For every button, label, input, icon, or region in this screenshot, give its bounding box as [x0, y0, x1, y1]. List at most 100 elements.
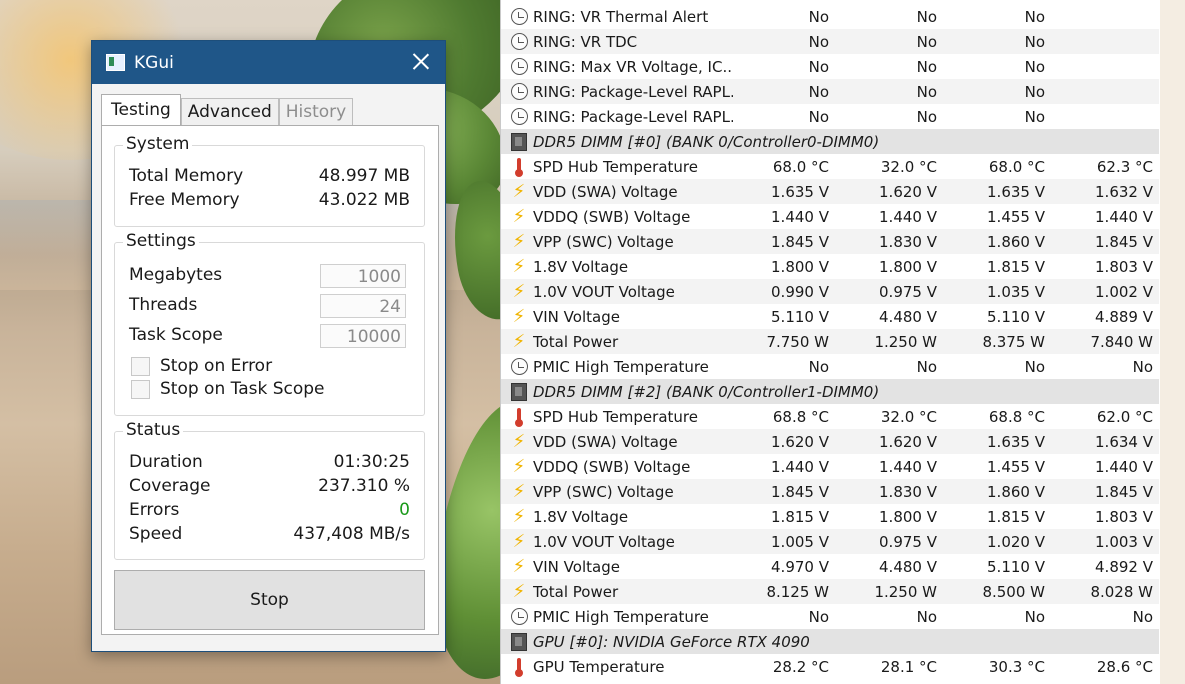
total-memory-label: Total Memory	[129, 166, 244, 186]
lightning-bolt-icon: ⚡	[512, 180, 526, 202]
checkbox-box[interactable]	[131, 356, 150, 376]
sensor-row[interactable]: ⚡ Total Power 7.750 W 1.250 W 8.375 W 7.840 W	[501, 329, 1159, 354]
free-memory-label: Free Memory	[129, 190, 240, 210]
sensor-current: No	[808, 357, 829, 376]
thermometer-icon	[515, 407, 523, 427]
lightning-bolt-icon: ⚡	[508, 456, 530, 478]
threads-input[interactable]: 24	[320, 294, 406, 318]
sensor-row[interactable]: PMIC High Temperature No No No No	[501, 604, 1159, 629]
clock-icon	[508, 56, 530, 78]
sensor-maximum: 8.500 W	[982, 582, 1045, 601]
sensor-row[interactable]: ⚡ VIN Voltage 4.970 V 4.480 V 5.110 V 4.892 V	[501, 554, 1159, 579]
sensor-row[interactable]: RING: Max VR Voltage, IC... No No No	[501, 54, 1159, 79]
sensor-minimum: 1.440 V	[879, 457, 937, 476]
sensor-row[interactable]: GPU Temperature 28.2 °C 28.1 °C 30.3 °C 28.6…	[501, 654, 1159, 679]
lightning-bolt-icon: ⚡	[512, 580, 526, 602]
errors-label: Errors	[129, 500, 180, 520]
sensor-row[interactable]: ⚡ VIN Voltage 5.110 V 4.480 V 5.110 V 4.889 V	[501, 304, 1159, 329]
lightning-bolt-icon: ⚡	[508, 306, 530, 328]
sensor-current: 1.845 V	[771, 232, 829, 251]
sensor-current: 1.635 V	[771, 182, 829, 201]
sensor-current: 4.970 V	[771, 557, 829, 576]
clock-icon	[508, 31, 530, 53]
checkbox-box[interactable]	[131, 379, 150, 399]
stop-button[interactable]: Stop	[114, 570, 425, 630]
sensor-row[interactable]: ⚡ VDD (SWA) Voltage 1.635 V 1.620 V 1.635 V 1…	[501, 179, 1159, 204]
sensor-group-header[interactable]: DDR5 DIMM [#0] (BANK 0/Controller0-DIMM0…	[501, 129, 1159, 154]
sensor-name: PMIC High Temperature	[533, 357, 709, 376]
sensor-row[interactable]: ⚡ Total Power 8.125 W 1.250 W 8.500 W 8.028 W	[501, 579, 1159, 604]
stop-on-error-checkbox[interactable]: Stop on Error	[131, 356, 272, 376]
sensor-current: 8.125 W	[766, 582, 829, 601]
sensor-row[interactable]: ⚡ VPP (SWC) Voltage 1.845 V 1.830 V 1.860 V 1…	[501, 479, 1159, 504]
sensor-name: GPU Temperature	[533, 657, 665, 676]
clock-icon	[508, 106, 530, 128]
sensor-row[interactable]: SPD Hub Temperature 68.8 °C 32.0 °C 68.8 °C…	[501, 404, 1159, 429]
sensor-row[interactable]: ⚡ VDDQ (SWB) Voltage 1.440 V 1.440 V 1.455 V…	[501, 204, 1159, 229]
sensor-name: 1.0V VOUT Voltage	[533, 282, 675, 301]
sensor-average: No	[1132, 357, 1153, 376]
sensor-row[interactable]: RING: Package-Level RAPL... No No No	[501, 104, 1159, 129]
sensor-maximum: 68.0 °C	[988, 157, 1045, 176]
sensor-row[interactable]: ⚡ 1.0V VOUT Voltage 0.990 V 0.975 V 1.035 V 1…	[501, 279, 1159, 304]
clock-icon	[510, 8, 528, 25]
lightning-bolt-icon: ⚡	[512, 330, 526, 352]
sensor-row[interactable]: RING: VR TDC No No No	[501, 29, 1159, 54]
megabytes-input[interactable]: 1000	[320, 264, 406, 288]
testing-tab-panel: System Total Memory 48.997 MB Free Memor…	[101, 125, 439, 635]
sensor-minimum: 1.800 V	[879, 507, 937, 526]
stop-on-task-scope-checkbox[interactable]: Stop on Task Scope	[131, 379, 325, 399]
sensor-maximum: 1.815 V	[987, 257, 1045, 276]
clock-icon	[510, 608, 528, 625]
sensor-maximum: 1.455 V	[987, 457, 1045, 476]
close-icon[interactable]	[411, 51, 431, 71]
sensor-current: 1.815 V	[771, 507, 829, 526]
sensor-row[interactable]: RING: VR Thermal Alert No No No	[501, 4, 1159, 29]
sensor-minimum: 0.975 V	[879, 282, 937, 301]
thermometer-icon	[515, 657, 523, 677]
sensor-row[interactable]: RING: Package-Level RAPL... No No No	[501, 79, 1159, 104]
sensor-minimum: 32.0 °C	[880, 407, 937, 426]
sensor-minimum: No	[916, 32, 937, 51]
sensor-row[interactable]: ⚡ VPP (SWC) Voltage 1.845 V 1.830 V 1.860 V 1…	[501, 229, 1159, 254]
lightning-bolt-icon: ⚡	[508, 281, 530, 303]
sensor-maximum: No	[1024, 82, 1045, 101]
sensor-group-header[interactable]: DDR5 DIMM [#2] (BANK 0/Controller1-DIMM0…	[501, 379, 1159, 404]
sensor-row[interactable]: SPD Hub Temperature 68.0 °C 32.0 °C 68.0 °C…	[501, 154, 1159, 179]
sensor-average: 4.892 V	[1095, 557, 1153, 576]
sensor-average: 4.889 V	[1095, 307, 1153, 326]
sensor-row[interactable]: ⚡ 1.8V Voltage 1.815 V 1.800 V 1.815 V 1.803 …	[501, 504, 1159, 529]
thermometer-icon	[508, 406, 530, 428]
status-group: Status Duration 01:30:25 Coverage 237.31…	[114, 420, 425, 560]
sensor-name: PMIC High Temperature	[533, 607, 709, 626]
task-scope-input[interactable]: 10000	[320, 324, 406, 348]
sensor-minimum: 1.620 V	[879, 182, 937, 201]
sensor-row[interactable]: PMIC High Temperature No No No No	[501, 354, 1159, 379]
speed-value: 437,408 MB/s	[293, 524, 410, 544]
sensor-maximum: No	[1024, 7, 1045, 26]
sensor-average: 1.803 V	[1095, 507, 1153, 526]
sensor-name: DDR5 DIMM [#0] (BANK 0/Controller0-DIMM0…	[533, 132, 880, 151]
sensor-group-header[interactable]: GPU [#0]: NVIDIA GeForce RTX 4090	[501, 629, 1159, 654]
sensor-maximum: 68.8 °C	[988, 407, 1045, 426]
sensor-row[interactable]: ⚡ 1.0V VOUT Voltage 1.005 V 0.975 V 1.020 V 1…	[501, 529, 1159, 554]
coverage-label: Coverage	[129, 476, 211, 496]
sensor-minimum: 4.480 V	[879, 557, 937, 576]
tab-history: History	[278, 98, 354, 125]
sensor-row[interactable]: ⚡ VDD (SWA) Voltage 1.620 V 1.620 V 1.635 V 1…	[501, 429, 1159, 454]
title-bar[interactable]: KGui	[92, 41, 445, 84]
thermometer-icon	[508, 156, 530, 178]
sensor-minimum: No	[916, 107, 937, 126]
sensor-maximum: 1.035 V	[987, 282, 1045, 301]
stop-on-task-scope-label: Stop on Task Scope	[160, 379, 325, 399]
sensor-current: 68.8 °C	[772, 407, 829, 426]
tab-testing[interactable]: Testing	[101, 94, 181, 125]
memory-chip-icon	[508, 631, 530, 653]
sensor-row[interactable]: ⚡ VDDQ (SWB) Voltage 1.440 V 1.440 V 1.455 V…	[501, 454, 1159, 479]
tab-advanced[interactable]: Advanced	[180, 98, 279, 125]
lightning-bolt-icon: ⚡	[508, 581, 530, 603]
sensor-list[interactable]: RING: VR Thermal Alert No No No RING: VR TDC…	[501, 4, 1159, 679]
sensor-name: RING: Package-Level RAPL...	[533, 107, 733, 126]
errors-row: Errors 0	[129, 500, 410, 524]
sensor-row[interactable]: ⚡ 1.8V Voltage 1.800 V 1.800 V 1.815 V 1.803 …	[501, 254, 1159, 279]
